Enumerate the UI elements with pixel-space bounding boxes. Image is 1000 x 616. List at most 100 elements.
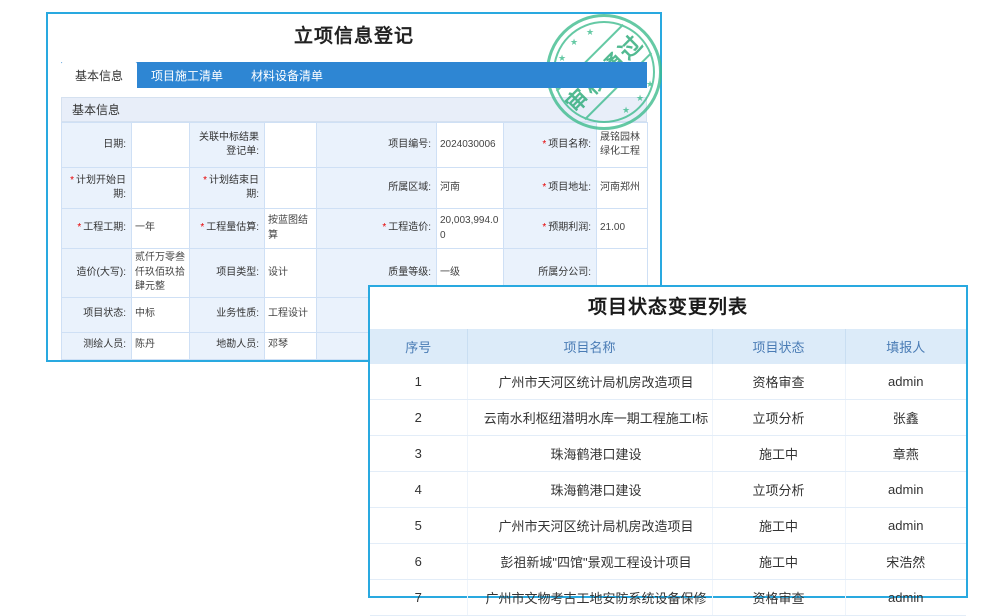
form-field-label-text: 质量等级: — [388, 267, 431, 278]
form-field-label-text: 项目编号: — [388, 139, 431, 150]
form-field-label-text: 所属区域: — [388, 182, 431, 193]
form-field-label-text: 工程量估算: — [206, 222, 259, 233]
form-field-label: *工程工期: — [62, 209, 132, 249]
form-field-label: 项目编号: — [317, 123, 437, 168]
form-field-label-text: 测绘人员: — [83, 339, 126, 350]
project-status: 施工中 — [712, 436, 845, 472]
form-field-value[interactable]: 河南 — [437, 168, 504, 209]
form-field-label-text: 项目状态: — [83, 308, 126, 319]
project-status: 资格审查 — [712, 580, 845, 616]
form-field-value[interactable]: 20,003,994.00 — [437, 209, 504, 249]
row-index: 6 — [370, 544, 467, 580]
table-row: 7广州市文物考古工地安防系统设备保修资格审查admin — [370, 580, 966, 616]
form-field-value[interactable] — [265, 123, 317, 168]
reporter-link[interactable]: 宋浩然 — [845, 544, 966, 580]
section-header: 基本信息 — [61, 97, 647, 122]
tab-material-equipment-list[interactable]: 材料设备清单 — [237, 62, 337, 88]
form-field-label-text: 所属分公司: — [538, 267, 591, 278]
required-asterisk: * — [382, 222, 386, 233]
form-field-label: 业务性质: — [190, 297, 265, 332]
project-name-link[interactable]: 珠海鹤港口建设 — [467, 436, 712, 472]
form-field-value[interactable]: 河南郑州 — [597, 168, 648, 209]
form-field-value[interactable] — [132, 168, 190, 209]
form-field-label: *预期利润: — [504, 209, 597, 249]
form-field-label-text: 业务性质: — [216, 308, 259, 319]
project-name-link[interactable]: 彭祖新城"四馆"景观工程设计项目 — [467, 544, 712, 580]
project-name-link[interactable]: 广州市天河区统计局机房改造项目 — [467, 508, 712, 544]
required-asterisk: * — [542, 182, 546, 193]
required-asterisk: * — [203, 175, 207, 186]
required-asterisk: * — [70, 175, 74, 186]
form-row: 日期:关联中标结果登记单:项目编号:2024030006*项目名称:晟铭园林绿化… — [62, 123, 648, 168]
form-field-value[interactable]: 按蓝图结算 — [265, 209, 317, 249]
form-field-label-text: 关联中标结果登记单: — [199, 132, 259, 158]
project-name-link[interactable]: 云南水利枢纽潜明水库一期工程施工I标 — [467, 400, 712, 436]
reporter-link[interactable]: admin — [845, 364, 966, 400]
list-column-header: 序号 — [370, 329, 467, 364]
table-row: 3珠海鹤港口建设施工中章燕 — [370, 436, 966, 472]
form-field-value[interactable]: 一年 — [132, 209, 190, 249]
table-row: 6彭祖新城"四馆"景观工程设计项目施工中宋浩然 — [370, 544, 966, 580]
form-field-value[interactable]: 21.00 — [597, 209, 648, 249]
form-field-value[interactable]: 工程设计 — [265, 297, 317, 332]
status-list-table: 序号项目名称项目状态填报人 1广州市天河区统计局机房改造项目资格审查admin2… — [370, 329, 966, 616]
tab-construction-list[interactable]: 项目施工清单 — [137, 62, 237, 88]
form-field-value[interactable] — [265, 168, 317, 209]
form-field-value[interactable]: 设计 — [265, 249, 317, 298]
reporter-link[interactable]: admin — [845, 472, 966, 508]
row-index: 3 — [370, 436, 467, 472]
form-field-label: *工程造价: — [317, 209, 437, 249]
registration-title: 立项信息登记 — [48, 14, 660, 60]
required-asterisk: * — [542, 222, 546, 233]
form-field-value[interactable]: 晟铭园林绿化工程 — [597, 123, 648, 168]
row-index: 4 — [370, 472, 467, 508]
project-status: 施工中 — [712, 508, 845, 544]
form-field-label: 项目类型: — [190, 249, 265, 298]
form-field-label-text: 项目地址: — [548, 182, 591, 193]
list-column-header: 填报人 — [845, 329, 966, 364]
form-field-value[interactable]: 中标 — [132, 297, 190, 332]
reporter-link[interactable]: 章燕 — [845, 436, 966, 472]
project-name-link[interactable]: 珠海鹤港口建设 — [467, 472, 712, 508]
table-row: 5广州市天河区统计局机房改造项目施工中admin — [370, 508, 966, 544]
project-status: 立项分析 — [712, 400, 845, 436]
tab-basic-info[interactable]: 基本信息 — [61, 62, 137, 88]
form-field-value[interactable]: 陈丹 — [132, 332, 190, 359]
form-field-label-text: 计划结束日期: — [209, 175, 259, 201]
row-index: 7 — [370, 580, 467, 616]
form-field-label-text: 地勘人员: — [216, 339, 259, 350]
form-field-label: 所属区域: — [317, 168, 437, 209]
reporter-link[interactable]: admin — [845, 508, 966, 544]
form-field-label-text: 造价(大写): — [77, 267, 126, 278]
form-field-label-text: 工程造价: — [388, 222, 431, 233]
project-name-link[interactable]: 广州市天河区统计局机房改造项目 — [467, 364, 712, 400]
form-field-label: 项目状态: — [62, 297, 132, 332]
form-field-value[interactable]: 贰仟万零叁仟玖佰玖拾肆元整 — [132, 249, 190, 298]
table-row: 4珠海鹤港口建设立项分析admin — [370, 472, 966, 508]
list-column-header: 项目名称 — [467, 329, 712, 364]
form-field-value[interactable] — [132, 123, 190, 168]
reporter-link[interactable]: admin — [845, 580, 966, 616]
form-field-label-text: 计划开始日期: — [76, 175, 126, 201]
form-field-value[interactable]: 2024030006 — [437, 123, 504, 168]
form-field-value[interactable]: 邓琴 — [265, 332, 317, 359]
form-field-label: 关联中标结果登记单: — [190, 123, 265, 168]
table-row: 1广州市天河区统计局机房改造项目资格审查admin — [370, 364, 966, 400]
form-field-label-text: 工程工期: — [83, 222, 126, 233]
form-field-label: *项目名称: — [504, 123, 597, 168]
form-field-label: *项目地址: — [504, 168, 597, 209]
tab-bar: 基本信息项目施工清单材料设备清单 — [61, 62, 647, 88]
form-field-label: *工程量估算: — [190, 209, 265, 249]
form-row: *计划开始日期:*计划结束日期:所属区域:河南*项目地址:河南郑州 — [62, 168, 648, 209]
form-field-label: *计划开始日期: — [62, 168, 132, 209]
form-field-label: 测绘人员: — [62, 332, 132, 359]
required-asterisk: * — [77, 222, 81, 233]
row-index: 2 — [370, 400, 467, 436]
row-index: 5 — [370, 508, 467, 544]
form-field-label: 造价(大写): — [62, 249, 132, 298]
reporter-link[interactable]: 张鑫 — [845, 400, 966, 436]
project-status: 施工中 — [712, 544, 845, 580]
form-field-label: *计划结束日期: — [190, 168, 265, 209]
required-asterisk: * — [200, 222, 204, 233]
project-name-link[interactable]: 广州市文物考古工地安防系统设备保修 — [467, 580, 712, 616]
